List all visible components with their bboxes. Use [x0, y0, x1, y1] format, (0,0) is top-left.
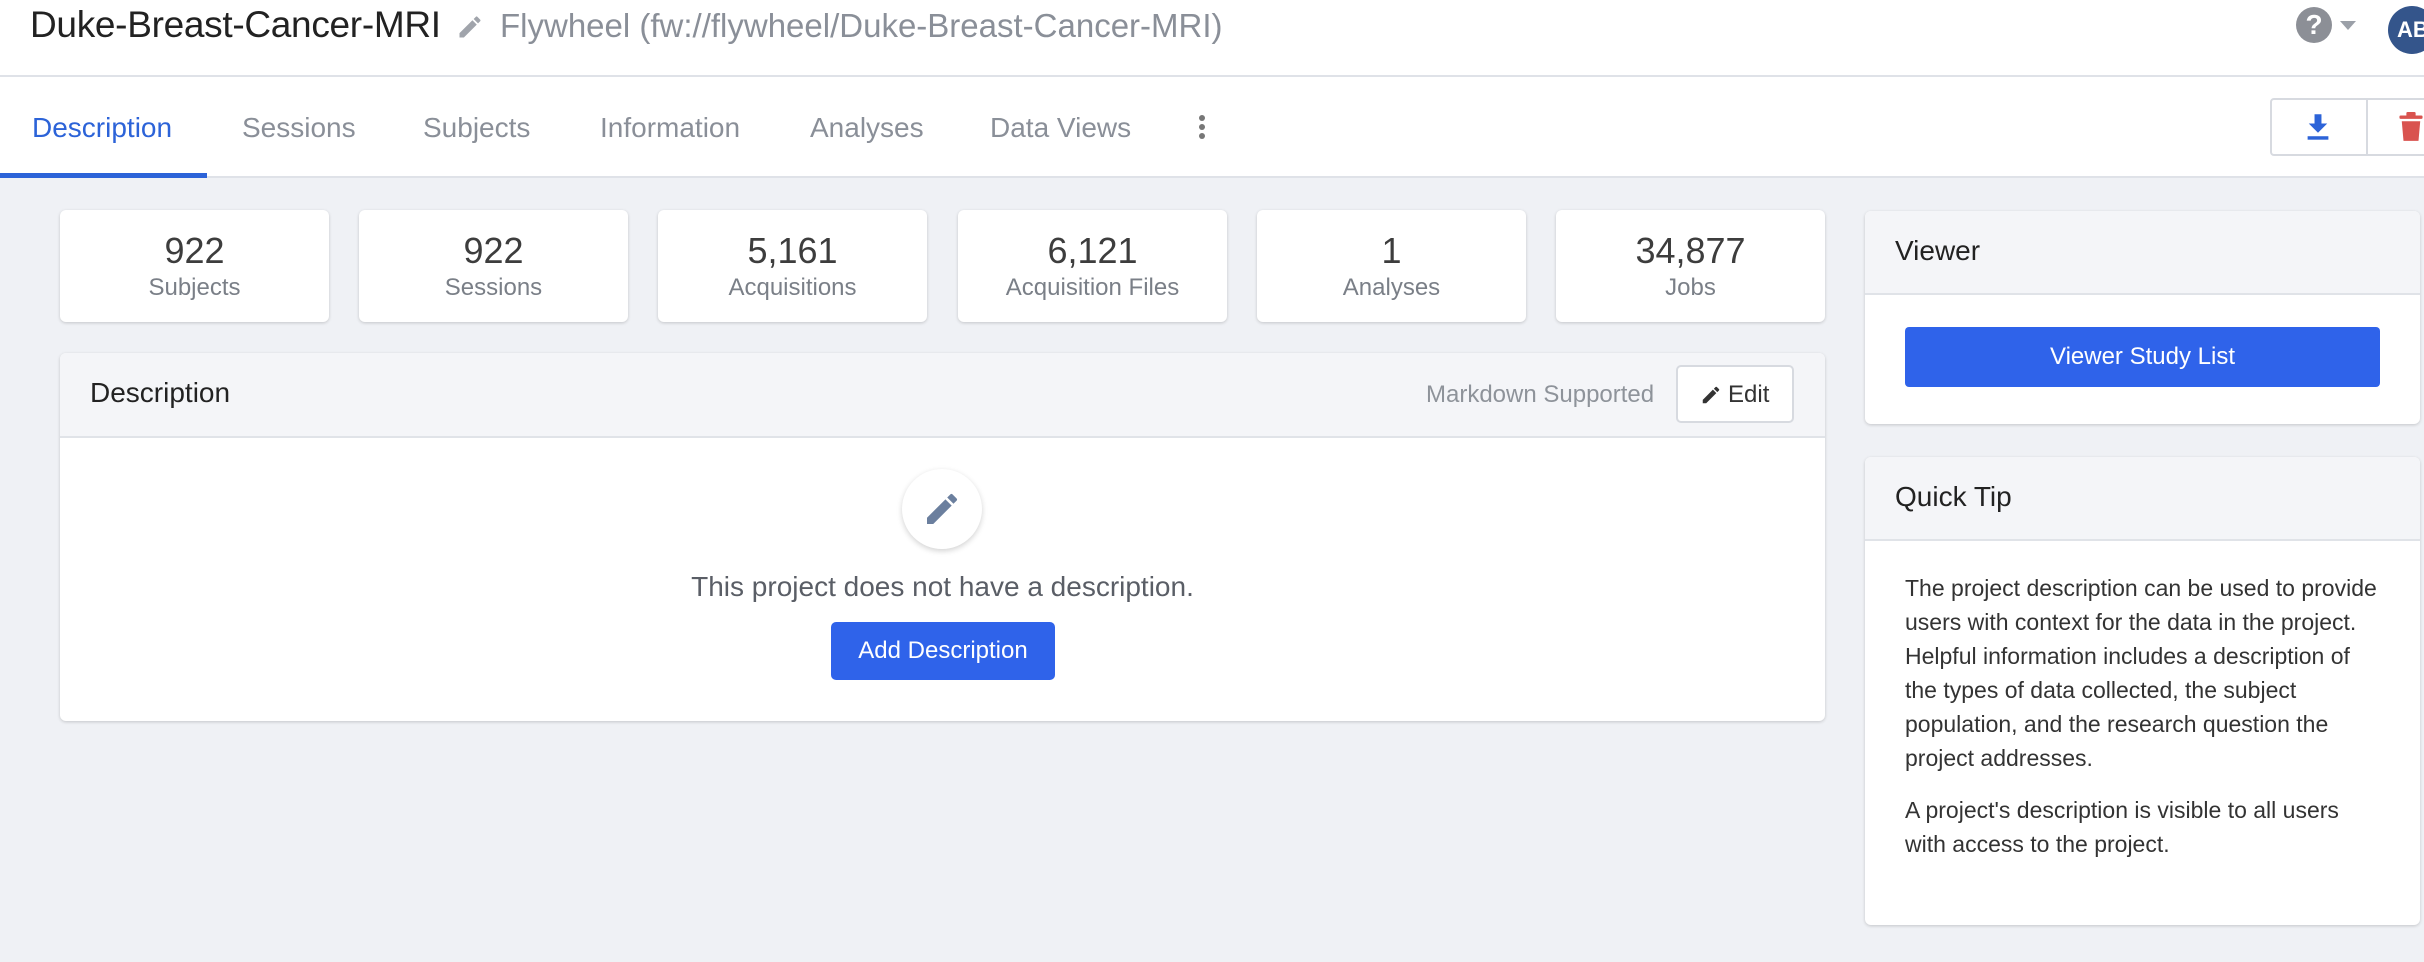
stat-card-acquisition-files[interactable]: 6,121 Acquisition Files: [958, 210, 1227, 322]
chevron-down-icon[interactable]: [2340, 21, 2356, 30]
pencil-icon: [1702, 386, 1720, 404]
stat-card-subjects[interactable]: 922 Subjects: [60, 210, 329, 322]
stat-value: 922: [463, 230, 524, 271]
pencil-icon[interactable]: [456, 13, 484, 41]
stat-label: Jobs: [1665, 274, 1716, 301]
stat-value: 34,877: [1635, 230, 1746, 271]
active-tab-indicator: [0, 173, 207, 178]
edit-button-label: Edit: [1728, 381, 1770, 408]
edit-button[interactable]: Edit: [1676, 365, 1794, 423]
quick-tip-body: The project description can be used to p…: [1865, 541, 2420, 861]
pencil-icon: [927, 493, 958, 524]
empty-state-text: This project does not have a description…: [691, 571, 1194, 602]
tab-analyses[interactable]: Analyses: [810, 77, 924, 178]
quick-tip-paragraph: The project description can be used to p…: [1905, 575, 2377, 771]
tab-information[interactable]: Information: [600, 77, 740, 178]
page-title: Duke-Breast-Cancer-MRI: [30, 4, 441, 45]
tab-data-views[interactable]: Data Views: [990, 77, 1131, 178]
quick-tip-paragraph: A project's description is visible to al…: [1905, 797, 2339, 857]
stat-card-sessions[interactable]: 922 Sessions: [359, 210, 628, 322]
stat-label: Analyses: [1342, 274, 1441, 301]
stat-value: 922: [164, 230, 225, 271]
quick-tip-title: Quick Tip: [1865, 457, 2420, 541]
project-path: Flywheel (fw://flywheel/Duke-Breast-Canc…: [500, 7, 1223, 44]
stat-card-jobs[interactable]: 34,877 Jobs: [1556, 210, 1825, 322]
tab-sessions[interactable]: Sessions: [242, 77, 356, 178]
viewer-card: Viewer Viewer Study List: [1865, 211, 2420, 424]
stat-card-analyses[interactable]: 1 Analyses: [1257, 210, 1526, 322]
stat-label: Subjects: [148, 274, 241, 301]
description-panel: Description Markdown Supported Edit This…: [60, 353, 1825, 721]
tab-description[interactable]: Description: [32, 77, 172, 178]
more-vertical-icon[interactable]: [1190, 113, 1214, 143]
tab-subjects[interactable]: Subjects: [423, 77, 530, 178]
help-icon[interactable]: ?: [2296, 7, 2332, 43]
add-description-button[interactable]: Add Description: [831, 622, 1055, 680]
stat-label: Sessions: [444, 274, 543, 301]
stat-card-acquisitions[interactable]: 5,161 Acquisitions: [658, 210, 927, 322]
stat-value: 1: [1381, 230, 1402, 271]
tab-bar: Description Sessions Subjects Informatio…: [0, 77, 2424, 178]
stat-value: 5,161: [747, 230, 838, 271]
download-icon[interactable]: [2304, 112, 2332, 142]
viewer-card-title: Viewer: [1865, 211, 2420, 295]
description-panel-header: Description Markdown Supported Edit: [60, 353, 1825, 438]
description-title: Description: [90, 377, 231, 408]
quick-tip-card: Quick Tip The project description can be…: [1865, 457, 2420, 925]
viewer-study-list-button[interactable]: Viewer Study List: [1905, 327, 2380, 387]
trash-icon[interactable]: [2398, 112, 2424, 142]
stat-label: Acquisition Files: [1005, 274, 1180, 301]
project-header: Duke-Breast-Cancer-MRI Flywheel (fw://fl…: [0, 0, 2424, 77]
stat-value: 6,121: [1047, 230, 1138, 271]
markdown-supported-note: Markdown Supported: [1426, 381, 1655, 408]
stat-label: Acquisitions: [728, 274, 857, 301]
avatar[interactable]: AB: [2388, 6, 2424, 54]
divider: [2366, 100, 2368, 154]
empty-state-badge: [902, 469, 982, 549]
